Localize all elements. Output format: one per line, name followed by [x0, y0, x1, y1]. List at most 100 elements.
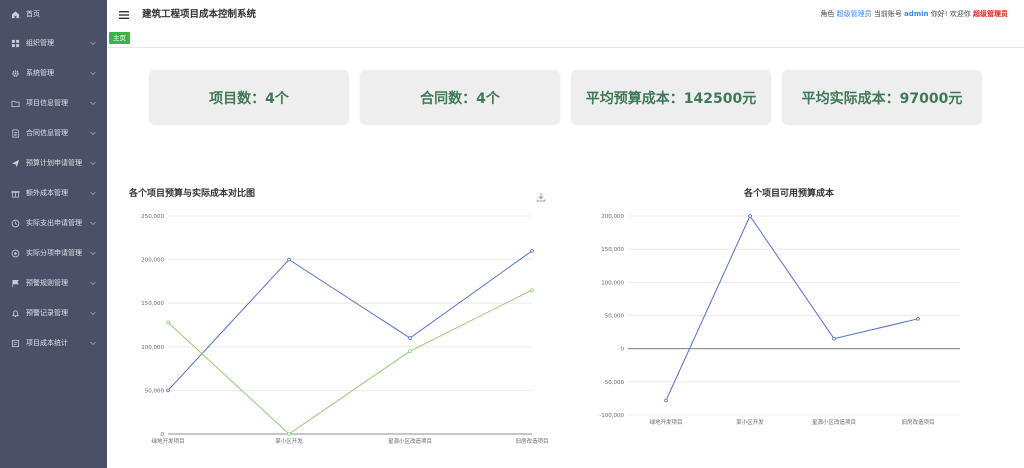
sidebar-item-9[interactable]: 预警规则管理: [0, 268, 107, 298]
sidebar: 首页组织管理 系统管理项目信息管理 合同信息管理预算计划申请管理 额外成本管理实际支出…: [0, 0, 107, 468]
chart2-x-tick: 某小区开发: [736, 418, 764, 426]
role-prefix: 角色: [820, 10, 835, 18]
chart2-y-tick: 200,000: [601, 214, 624, 220]
chart2-x-tick: 星源小区改造项目: [812, 418, 856, 426]
chart1-x-tick: 旧房改造项目: [515, 437, 548, 445]
chart1-series-0-point: [166, 388, 170, 393]
chart1-series-0-point: [530, 249, 534, 253]
chart2-x-tick: 旧房改造项目: [901, 418, 934, 426]
chart1-series-1-point: [287, 432, 291, 436]
folder-icon: [10, 98, 20, 108]
sidebar-item-label: 预警规则管理: [26, 279, 68, 287]
clock-icon: [10, 218, 20, 228]
stat-avg-budget-label: 平均预算成本：142500元: [585, 90, 757, 107]
chevron-down-icon: [90, 341, 96, 346]
home-icon: [10, 9, 20, 19]
sidebar-item-10[interactable]: 预警记录管理: [0, 298, 107, 328]
chart1-y-tick: 100,000: [141, 345, 164, 351]
sidebar-item-3[interactable]: 项目信息管理: [0, 88, 107, 118]
chart2-series-0-point: [748, 214, 752, 218]
chart2-y-tick: 150,000: [601, 247, 624, 253]
sidebar-item-label: 项目信息管理: [26, 99, 68, 107]
chart1-series-0-point: [287, 257, 291, 262]
stat-avg-actual-label: 平均实际成本：97000元: [801, 90, 963, 107]
sidebar-item-label: 额外成本管理: [26, 189, 68, 197]
send-icon: [10, 158, 20, 168]
stat-card-projects: 项目数：4个: [149, 70, 349, 125]
sidebar-item-label: 项目成本统计: [26, 339, 68, 347]
sidebar-item-2[interactable]: 系统管理: [0, 58, 107, 88]
report-icon: [10, 338, 20, 348]
stat-card-contracts: 合同数：4个: [360, 70, 560, 125]
sidebar-item-5[interactable]: 预算计划申请管理: [0, 148, 107, 178]
sidebar-item-label: 合同信息管理: [26, 129, 68, 137]
chart1-y-tick: 0: [161, 432, 165, 438]
chart1-y-tick: 250,000: [141, 214, 164, 220]
chart1-series-0-line: [167, 250, 533, 391]
chevron-down-icon: [90, 191, 96, 196]
chart2-series-0-line: [665, 214, 919, 401]
account-prefix: 当前账号: [873, 10, 902, 18]
role-value[interactable]: 超级管理员: [837, 10, 872, 18]
chevron-down-icon: [90, 311, 96, 316]
tab-home[interactable]: 主页: [109, 32, 130, 44]
stat-card-avg-budget: 平均预算成本：142500元: [571, 70, 771, 125]
chart1-x-tick: 星源小区改造项目: [388, 437, 432, 445]
app-title: 建筑工程项目成本控制系统: [142, 9, 257, 20]
chevron-down-icon: [90, 161, 96, 166]
sidebar-item-1[interactable]: 组织管理: [0, 28, 107, 58]
chevron-down-icon: [90, 101, 96, 106]
chart2-y-tick: 50,000: [605, 314, 625, 320]
bell-icon: [10, 308, 20, 318]
stat-contracts-label: 合同数：4个: [420, 90, 500, 107]
document-icon: [10, 128, 20, 138]
chevron-down-icon: [90, 41, 96, 46]
chart1-series-1-point: [530, 288, 534, 292]
welcome-user-name[interactable]: 超级管理员: [973, 10, 1008, 18]
chevron-down-icon: [90, 251, 96, 256]
chart1-y-tick: 50,000: [145, 388, 165, 394]
grid-icon: [10, 38, 20, 48]
sidebar-item-label: 首页: [26, 10, 40, 18]
chevron-down-icon: [90, 131, 96, 136]
settings-circle-icon: [10, 248, 20, 258]
chart2-y-tick: -100,000: [599, 413, 624, 419]
sidebar-item-label: 实际分项申请管理: [26, 249, 82, 257]
tab-bar: 主页: [107, 30, 1024, 48]
chart1-series-1-point: [408, 349, 412, 353]
menu-toggle-icon[interactable]: [118, 6, 130, 19]
chevron-down-icon: [90, 71, 96, 76]
sidebar-item-label: 预警记录管理: [26, 309, 68, 317]
sidebar-item-6[interactable]: 额外成本管理: [0, 178, 107, 208]
chart1-series-1-line: [167, 289, 533, 435]
chart2-y-tick: 0: [621, 347, 625, 353]
chart2-y-tick: 100,000: [601, 280, 624, 286]
account-value[interactable]: admin: [904, 10, 928, 18]
chart2-y-tick: -50,000: [603, 380, 625, 386]
flag-icon: [10, 278, 20, 288]
sidebar-item-label: 实际支出申请管理: [26, 219, 82, 227]
chart2-x-tick: 绿地开发项目: [649, 418, 682, 426]
gift-icon: [10, 188, 20, 198]
chevron-down-icon: [90, 221, 96, 226]
download-icon[interactable]: [536, 187, 546, 202]
sidebar-item-7[interactable]: 实际支出申请管理: [0, 208, 107, 238]
chart2-series-0-point: [916, 317, 920, 321]
chart2-series-0-point: [832, 336, 836, 341]
gear-icon: [10, 68, 20, 78]
sidebar-item-label: 预算计划申请管理: [26, 159, 82, 167]
sidebar-item-4[interactable]: 合同信息管理: [0, 118, 107, 148]
stat-card-avg-actual: 平均实际成本：97000元: [782, 70, 982, 125]
sidebar-item-11[interactable]: 项目成本统计: [0, 328, 107, 358]
chart1-x-tick: 绿地开发项目: [151, 437, 184, 445]
chevron-down-icon: [90, 281, 96, 286]
chart2-series-0-point: [664, 398, 668, 403]
chart2-title: 各个项目可用预算成本: [744, 189, 835, 199]
stat-projects-label: 项目数：4个: [209, 90, 289, 107]
top-header: 建筑工程项目成本控制系统 角色 超级管理员 当前账号 admin 你好! 欢迎你…: [107, 0, 1024, 30]
greeting-text: 你好! 欢迎你: [930, 10, 971, 18]
sidebar-item-8[interactable]: 实际分项申请管理: [0, 238, 107, 268]
chart1-series-1-point: [166, 320, 170, 325]
sidebar-item-0[interactable]: 首页: [0, 0, 107, 28]
chart1-series-0-point: [408, 336, 412, 340]
